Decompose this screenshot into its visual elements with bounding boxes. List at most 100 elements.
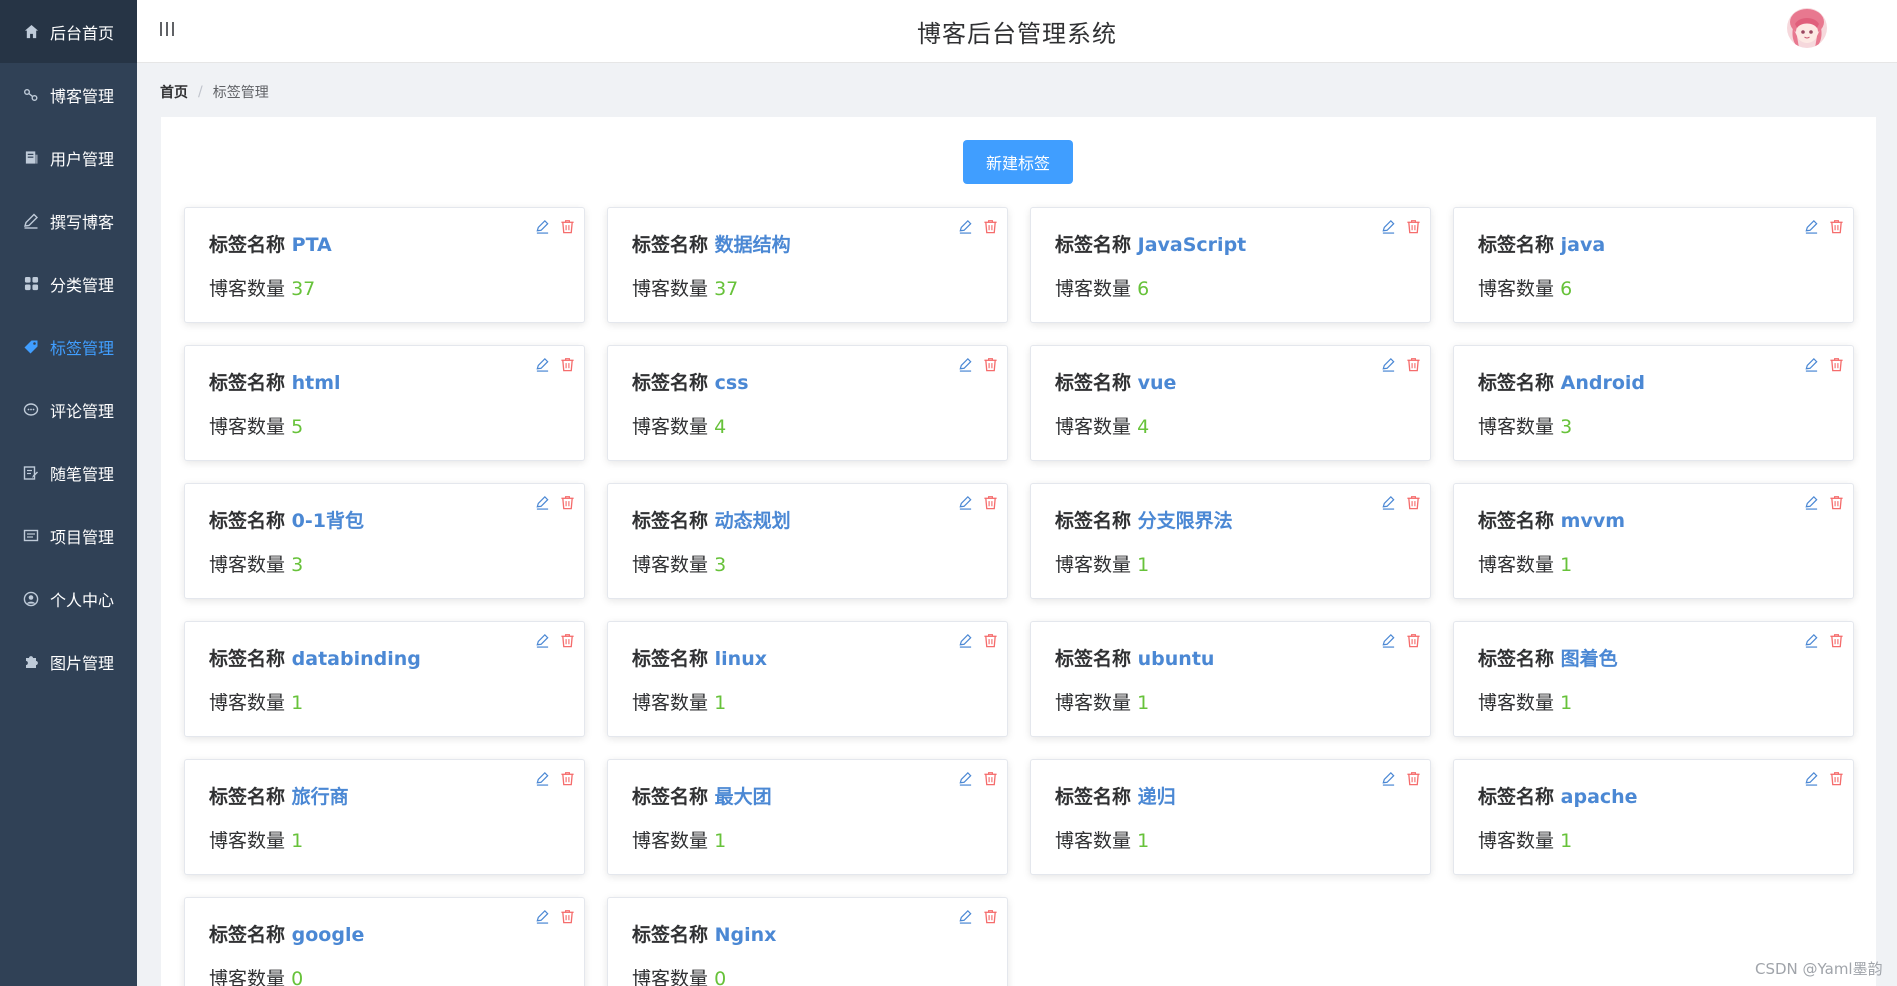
card-actions [1803, 770, 1845, 787]
sidebar-item-tags[interactable]: 标签管理 [0, 315, 137, 378]
delete-icon[interactable] [982, 218, 999, 235]
sidebar-item-categories[interactable]: 分类管理 [0, 252, 137, 315]
delete-icon[interactable] [1405, 218, 1422, 235]
edit-icon[interactable] [1803, 632, 1820, 649]
tag-count-row: 博客数量 37 [632, 274, 738, 301]
delete-icon[interactable] [1828, 218, 1845, 235]
top-header: 博客后台管理系统 [137, 0, 1897, 63]
tag-name-label: 标签名称 [1478, 648, 1555, 670]
sidebar-item-images[interactable]: 图片管理 [0, 630, 137, 693]
edit-icon[interactable] [957, 770, 974, 787]
sidebar-item-users[interactable]: 用户管理 [0, 126, 137, 189]
delete-icon[interactable] [1828, 356, 1845, 373]
edit-icon[interactable] [534, 218, 551, 235]
tag-card: 标签名称 ubuntu 博客数量 1 [1030, 621, 1431, 737]
new-tag-button[interactable]: 新建标签 [963, 140, 1073, 184]
edit-icon[interactable] [1380, 218, 1397, 235]
blog-count: 0 [714, 968, 727, 986]
tag-name-row: 标签名称 递归 [1055, 782, 1176, 809]
tag-card: 标签名称 动态规划 博客数量 3 [607, 483, 1008, 599]
delete-icon[interactable] [982, 632, 999, 649]
sidebar-item-projects[interactable]: 项目管理 [0, 504, 137, 567]
delete-icon[interactable] [1828, 494, 1845, 511]
blog-count-label: 博客数量 [1055, 278, 1132, 300]
edit-icon[interactable] [1803, 770, 1820, 787]
tag-name-row: 标签名称 Android [1478, 368, 1645, 395]
tag-name-row: 标签名称 图着色 [1478, 644, 1618, 671]
delete-icon[interactable] [1405, 770, 1422, 787]
sidebar: 后台首页 博客管理 用户管理 撰写博客 分类管理 标签管理 评论管理 随笔管理 … [0, 0, 137, 986]
edit-icon[interactable] [534, 632, 551, 649]
delete-icon[interactable] [982, 356, 999, 373]
card-actions [957, 494, 999, 511]
edit-icon[interactable] [1803, 494, 1820, 511]
delete-icon[interactable] [982, 770, 999, 787]
tag-name-row: 标签名称 databinding [209, 644, 421, 671]
blog-count-label: 博客数量 [1478, 278, 1555, 300]
tag-count-row: 博客数量 0 [632, 964, 726, 986]
blog-count: 4 [1137, 416, 1150, 438]
tag-name: apache [1560, 786, 1638, 808]
delete-icon[interactable] [559, 770, 576, 787]
tag-count-row: 博客数量 37 [209, 274, 315, 301]
blog-count-label: 博客数量 [632, 692, 709, 714]
edit-icon[interactable] [534, 908, 551, 925]
edit-icon[interactable] [957, 908, 974, 925]
edit-icon[interactable] [534, 770, 551, 787]
edit-icon[interactable] [957, 632, 974, 649]
sidebar-item-write-blog[interactable]: 撰写博客 [0, 189, 137, 252]
edit-icon[interactable] [1380, 356, 1397, 373]
delete-icon[interactable] [982, 494, 999, 511]
blog-count: 1 [1560, 692, 1573, 714]
tag-icon [22, 338, 40, 356]
edit-icon[interactable] [534, 356, 551, 373]
sidebar-item-blog[interactable]: 博客管理 [0, 63, 137, 126]
sidebar-item-home[interactable]: 后台首页 [0, 0, 137, 63]
tag-name-row: 标签名称 linux [632, 644, 767, 671]
tag-name-row: 标签名称 分支限界法 [1055, 506, 1233, 533]
tag-name-row: 标签名称 apache [1478, 782, 1638, 809]
delete-icon[interactable] [559, 908, 576, 925]
blog-count-label: 博客数量 [632, 968, 709, 986]
delete-icon[interactable] [982, 908, 999, 925]
tag-name-row: 标签名称 动态规划 [632, 506, 791, 533]
blog-count-label: 博客数量 [209, 416, 286, 438]
tag-card: 标签名称 JavaScript 博客数量 6 [1030, 207, 1431, 323]
edit-icon[interactable] [1803, 356, 1820, 373]
sidebar-item-comments[interactable]: 评论管理 [0, 378, 137, 441]
avatar[interactable] [1787, 8, 1827, 48]
blog-count: 6 [1137, 278, 1150, 300]
tag-count-row: 博客数量 3 [1478, 412, 1572, 439]
delete-icon[interactable] [559, 356, 576, 373]
delete-icon[interactable] [1405, 632, 1422, 649]
edit-icon[interactable] [1380, 494, 1397, 511]
card-actions [1380, 494, 1422, 511]
blog-count-label: 博客数量 [209, 968, 286, 986]
edit-icon[interactable] [1380, 770, 1397, 787]
edit-icon[interactable] [957, 494, 974, 511]
delete-icon[interactable] [559, 218, 576, 235]
tag-count-row: 博客数量 1 [1478, 550, 1572, 577]
delete-icon[interactable] [1828, 770, 1845, 787]
delete-icon[interactable] [1405, 494, 1422, 511]
delete-icon[interactable] [1405, 356, 1422, 373]
delete-icon[interactable] [559, 494, 576, 511]
blog-count-label: 博客数量 [1055, 830, 1132, 852]
breadcrumb-home-link[interactable]: 首页 [160, 82, 188, 102]
edit-icon[interactable] [534, 494, 551, 511]
delete-icon[interactable] [559, 632, 576, 649]
edit-icon[interactable] [957, 218, 974, 235]
edit-icon[interactable] [1380, 632, 1397, 649]
edit-icon[interactable] [957, 356, 974, 373]
sidebar-item-profile[interactable]: 个人中心 [0, 567, 137, 630]
delete-icon[interactable] [1828, 632, 1845, 649]
tag-card: 标签名称 旅行商 博客数量 1 [184, 759, 585, 875]
blog-count-label: 博客数量 [632, 554, 709, 576]
tag-name-row: 标签名称 数据结构 [632, 230, 791, 257]
edit-icon[interactable] [1803, 218, 1820, 235]
tag-name-row: 标签名称 ubuntu [1055, 644, 1214, 671]
sidebar-item-notes[interactable]: 随笔管理 [0, 441, 137, 504]
tag-card: 标签名称 PTA 博客数量 37 [184, 207, 585, 323]
tag-count-row: 博客数量 4 [1055, 412, 1149, 439]
tag-name-row: 标签名称 google [209, 920, 364, 947]
